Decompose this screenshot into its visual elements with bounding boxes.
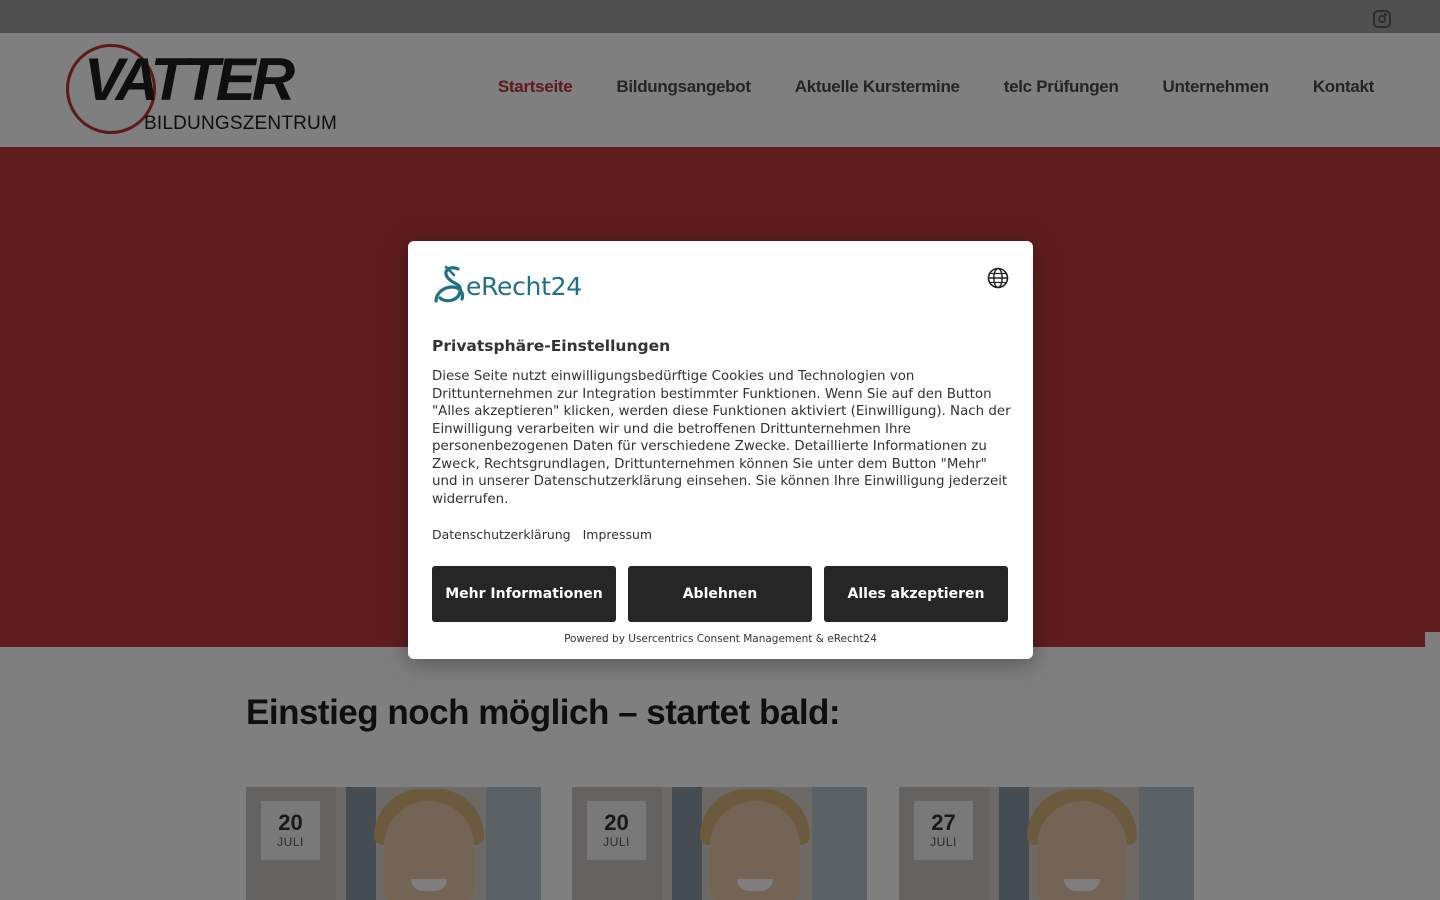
consent-title: Privatsphäre-Einstellungen [432, 337, 671, 355]
consent-description: Diese Seite nutzt einwilligungsbedürftig… [432, 369, 1011, 507]
powered-by-text: Powered by Usercentrics Consent Manageme… [564, 633, 877, 645]
more-information-button[interactable]: Mehr Informationen [432, 566, 616, 622]
privacy-policy-link[interactable]: Datenschutzerklärung [432, 527, 571, 542]
consent-dialog: eRecht24 Privatsphäre-Einstellungen Dies… [408, 241, 1033, 659]
deny-button[interactable]: Ablehnen [628, 566, 812, 622]
consent-links: Datenschutzerklärung Impressum [432, 527, 652, 542]
accept-all-button[interactable]: Alles akzeptieren [824, 566, 1008, 622]
imprint-link[interactable]: Impressum [583, 527, 652, 542]
erecht24-wordmark: eRecht24 [466, 272, 582, 301]
globe-icon[interactable] [987, 267, 1009, 289]
erecht24-mark-icon [434, 265, 465, 303]
erecht24-logo: eRecht24 [432, 265, 602, 305]
